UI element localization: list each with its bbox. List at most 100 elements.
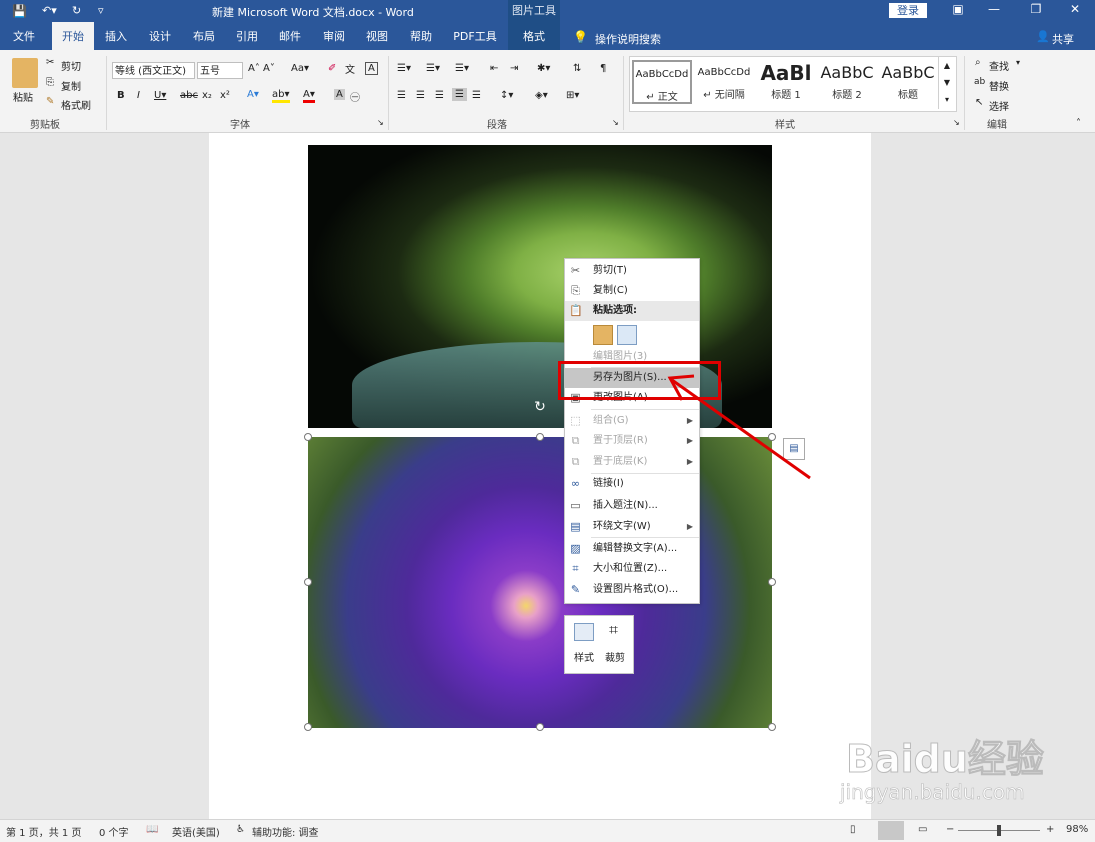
tell-me-search[interactable]: 操作说明搜索 bbox=[595, 31, 661, 47]
tab-review[interactable]: 审阅 bbox=[316, 22, 352, 50]
grow-font-icon[interactable]: A˄ A˅ bbox=[248, 63, 275, 74]
menu-item-size-position[interactable]: ⌗ 大小和位置(Z)... bbox=[565, 559, 699, 579]
menu-item-copy[interactable]: ⎘ 复制(C) bbox=[565, 281, 699, 301]
style-heading-1[interactable]: AaBl 标题 1 bbox=[756, 60, 816, 104]
styles-scroll[interactable]: ▲ ▼ ▾ bbox=[938, 57, 955, 109]
restore-icon[interactable]: ❐ bbox=[1021, 2, 1051, 16]
resize-handle[interactable] bbox=[304, 723, 312, 731]
zoom-level[interactable]: 98% bbox=[1066, 824, 1088, 835]
select-icon[interactable]: ↖ bbox=[975, 97, 983, 108]
align-right-icon[interactable]: ☰ bbox=[435, 90, 444, 101]
distributed-icon[interactable]: ☰ bbox=[472, 90, 481, 101]
page-count[interactable]: 第 1 页，共 1 页 bbox=[6, 824, 81, 839]
justify-icon[interactable]: ☰ bbox=[452, 88, 467, 101]
customize-qat-icon[interactable]: ▿ bbox=[98, 4, 104, 17]
find-icon[interactable]: ⌕ bbox=[975, 57, 981, 68]
text-effects-icon[interactable]: A▾ bbox=[247, 89, 259, 100]
resize-handle[interactable] bbox=[536, 433, 544, 441]
ribbon-display-icon[interactable]: ▣ bbox=[943, 2, 973, 16]
find-button[interactable]: 查找 bbox=[989, 58, 1009, 73]
font-color-icon[interactable]: A▾ bbox=[303, 89, 315, 103]
print-layout-icon[interactable] bbox=[878, 821, 904, 840]
styles-dialog-launcher-icon[interactable]: ↘ bbox=[953, 118, 960, 127]
bold-icon[interactable]: B bbox=[117, 90, 125, 101]
zoom-in-icon[interactable]: + bbox=[1046, 824, 1054, 835]
style-heading-2[interactable]: AaBbC 标题 2 bbox=[817, 60, 877, 104]
tab-view[interactable]: 视图 bbox=[359, 22, 395, 50]
char-border-icon[interactable]: A bbox=[365, 62, 378, 75]
line-spacing-icon[interactable]: ↕▾ bbox=[500, 90, 513, 101]
accessibility-status[interactable]: 辅助功能: 调查 bbox=[252, 824, 319, 839]
save-icon[interactable]: 💾 bbox=[12, 4, 27, 18]
cut-icon[interactable]: ✂ bbox=[46, 57, 54, 68]
font-name-select[interactable]: 等线 (西文正文) bbox=[112, 62, 195, 79]
font-size-select[interactable]: 五号 bbox=[197, 62, 243, 79]
zoom-slider-thumb[interactable] bbox=[997, 825, 1001, 836]
asian-layout-icon[interactable]: ✱▾ bbox=[537, 63, 550, 74]
show-marks-icon[interactable]: ¶ bbox=[600, 63, 606, 74]
multilevel-list-icon[interactable]: ☰▾ bbox=[455, 63, 469, 74]
replace-icon[interactable]: ab bbox=[974, 77, 985, 87]
shading-icon[interactable]: ◈▾ bbox=[535, 90, 548, 101]
menu-item-wrap-text[interactable]: ▤ 环绕文字(W) ▶ bbox=[565, 517, 699, 537]
tab-design[interactable]: 设计 bbox=[142, 22, 178, 50]
paragraph-dialog-launcher-icon[interactable]: ↘ bbox=[612, 118, 619, 127]
style-normal[interactable]: AaBbCcDd ↵ 正文 bbox=[632, 60, 692, 104]
web-layout-icon[interactable]: ▭ bbox=[918, 824, 927, 835]
underline-icon[interactable]: U▾ bbox=[154, 90, 166, 101]
menu-item-cut[interactable]: ✂ 剪切(T) bbox=[565, 261, 699, 281]
minimize-icon[interactable]: — bbox=[979, 2, 1009, 16]
superscript-icon[interactable]: x² bbox=[220, 90, 230, 101]
char-shading-icon[interactable]: A bbox=[334, 89, 345, 100]
decrease-indent-icon[interactable]: ⇤ bbox=[490, 63, 498, 74]
resize-handle[interactable] bbox=[768, 723, 776, 731]
strikethrough-icon[interactable]: abc bbox=[180, 90, 198, 101]
tab-references[interactable]: 引用 bbox=[229, 22, 265, 50]
resize-handle[interactable] bbox=[768, 578, 776, 586]
tab-insert[interactable]: 插入 bbox=[98, 22, 134, 50]
phonetic-guide-icon[interactable]: 文 bbox=[345, 61, 355, 76]
font-dialog-launcher-icon[interactable]: ↘ bbox=[377, 118, 384, 127]
style-title[interactable]: AaBbC 标题 bbox=[878, 60, 938, 104]
change-case-icon[interactable]: Aa▾ bbox=[291, 63, 309, 74]
cut-button[interactable]: 剪切 bbox=[61, 58, 81, 73]
sort-icon[interactable]: ⇅ bbox=[573, 63, 581, 74]
style-button[interactable]: 样式 bbox=[574, 649, 594, 664]
resize-handle[interactable] bbox=[536, 723, 544, 731]
crop-icon[interactable]: ⌗ bbox=[609, 620, 618, 640]
tab-layout[interactable]: 布局 bbox=[186, 22, 222, 50]
select-button[interactable]: 选择 bbox=[989, 98, 1009, 113]
login-button[interactable]: 登录 bbox=[889, 3, 927, 18]
paste-button[interactable]: 粘贴 bbox=[13, 89, 33, 104]
word-count[interactable]: 0 个字 bbox=[99, 824, 129, 839]
enclose-char-icon[interactable]: ㊀ bbox=[350, 89, 360, 104]
style-no-spacing[interactable]: AaBbCcDd ↵ 无间隔 bbox=[694, 60, 754, 104]
menu-item-format-picture[interactable]: ✎ 设置图片格式(O)... bbox=[565, 580, 699, 600]
paste-keep-format-icon[interactable] bbox=[593, 325, 613, 345]
picture-style-icon[interactable] bbox=[574, 623, 594, 641]
subscript-icon[interactable]: x₂ bbox=[202, 90, 212, 101]
undo-icon[interactable]: ↶▾ bbox=[42, 4, 57, 17]
format-painter-button[interactable]: 格式刷 bbox=[61, 97, 91, 112]
tab-format[interactable]: 格式 bbox=[508, 22, 560, 50]
tab-mailings[interactable]: 邮件 bbox=[272, 22, 308, 50]
paste-picture-icon[interactable] bbox=[617, 325, 637, 345]
share-button[interactable]: 共享 bbox=[1052, 31, 1074, 47]
resize-handle[interactable] bbox=[304, 433, 312, 441]
bullets-icon[interactable]: ☰▾ bbox=[397, 63, 411, 74]
close-icon[interactable]: ✕ bbox=[1060, 2, 1090, 16]
zoom-out-icon[interactable]: − bbox=[946, 824, 954, 835]
tab-home[interactable]: 开始 bbox=[52, 22, 94, 50]
crop-button[interactable]: 裁剪 bbox=[605, 649, 625, 664]
tab-pdf-tools[interactable]: PDF工具 bbox=[448, 22, 502, 50]
copy-icon[interactable]: ⎘ bbox=[46, 77, 54, 88]
menu-item-edit-alt-text[interactable]: ▨ 编辑替换文字(A)... bbox=[565, 539, 699, 559]
highlight-icon[interactable]: ab▾ bbox=[272, 89, 290, 103]
tab-file[interactable]: 文件 bbox=[4, 22, 44, 50]
read-mode-icon[interactable]: ▯ bbox=[850, 824, 856, 835]
borders-icon[interactable]: ⊞▾ bbox=[566, 90, 579, 101]
menu-item-insert-caption[interactable]: ▭ 插入题注(N)... bbox=[565, 496, 699, 516]
tab-help[interactable]: 帮助 bbox=[403, 22, 439, 50]
clear-format-icon[interactable]: ✐ bbox=[328, 63, 336, 74]
paste-icon[interactable] bbox=[12, 58, 38, 88]
